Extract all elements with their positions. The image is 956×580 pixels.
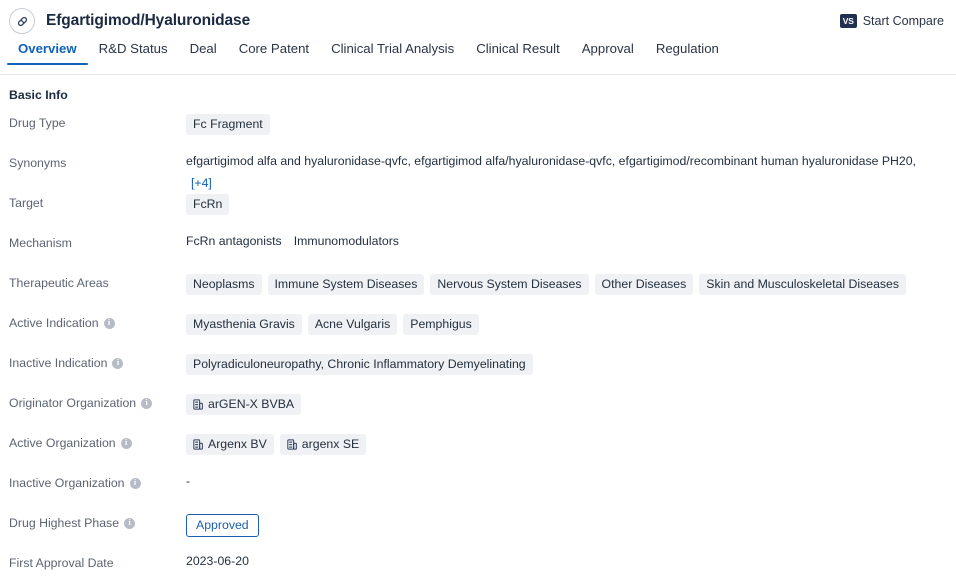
label-text: Originator Organization	[9, 396, 137, 410]
label-text: Therapeutic Areas	[9, 276, 109, 290]
row-label: Mechanism	[9, 234, 186, 250]
info-icon[interactable]: i	[124, 517, 136, 529]
row-label: First Approval Date	[9, 554, 186, 570]
chip-label: Argenx BV	[208, 437, 267, 451]
label-text: Synonyms	[9, 156, 67, 170]
row-label: Inactive Indication i	[9, 354, 186, 370]
page-header: Efgartigimod/Hyaluronidase VS Start Comp…	[0, 0, 956, 42]
section-title-basic-info: Basic Info	[9, 88, 68, 102]
row-therapeutic-areas: Therapeutic Areas Neoplasms Immune Syste…	[0, 274, 956, 314]
row-label: Therapeutic Areas	[9, 274, 186, 290]
tab-clinical-result[interactable]: Clinical Result	[465, 42, 571, 64]
chip-inactive-indication[interactable]: Polyradiculoneuropathy, Chronic Inflamma…	[186, 354, 533, 376]
row-value: Neoplasms Immune System Diseases Nervous…	[186, 274, 956, 296]
label-text: Active Indication	[9, 316, 99, 330]
label-text: Active Organization	[9, 436, 116, 450]
row-value: arGEN-X BVBA	[186, 394, 956, 416]
tab-overview[interactable]: Overview	[7, 42, 88, 66]
row-value: Myasthenia Gravis Acne Vulgaris Pemphigu…	[186, 314, 956, 336]
first-approval-date-value: 2023-06-20	[186, 554, 249, 568]
chip-therapeutic-area[interactable]: Neoplasms	[186, 274, 262, 296]
row-synonyms: Synonyms efgartigimod alfa and hyaluroni…	[0, 154, 956, 194]
row-value: Fc Fragment	[186, 114, 956, 136]
building-icon	[193, 438, 203, 450]
tab-bar: Overview R&D Status Deal Core Patent Cli…	[0, 42, 956, 75]
row-label: Active Indication i	[9, 314, 186, 330]
chip-therapeutic-area[interactable]: Other Diseases	[594, 274, 694, 296]
row-value: 2023-06-20	[186, 554, 956, 568]
row-label: Target	[9, 194, 186, 210]
info-icon[interactable]: i	[141, 397, 153, 409]
chip-target[interactable]: FcRn	[186, 194, 230, 216]
tab-approval[interactable]: Approval	[571, 42, 645, 64]
label-text: Inactive Organization	[9, 476, 125, 490]
chip-originator-organization[interactable]: arGEN-X BVBA	[186, 394, 302, 416]
chip-active-indication[interactable]: Myasthenia Gravis	[186, 314, 302, 336]
row-value: Polyradiculoneuropathy, Chronic Inflamma…	[186, 354, 956, 376]
synonyms-text: efgartigimod alfa and hyaluronidase-qvfc…	[186, 154, 917, 168]
basic-info-rows: Drug Type Fc Fragment Synonyms efgartigi…	[0, 114, 956, 580]
empty-value: -	[186, 474, 191, 488]
synonyms-more-link[interactable]: [+4]	[191, 176, 212, 190]
row-label: Originator Organization i	[9, 394, 186, 410]
start-compare-button[interactable]: VS Start Compare	[839, 14, 944, 28]
label-text: Drug Highest Phase	[9, 516, 120, 530]
tab-deal[interactable]: Deal	[179, 42, 228, 64]
row-originator-organization: Originator Organization i arGEN-X BVBA	[0, 394, 956, 434]
page-title: Efgartigimod/Hyaluronidase	[46, 12, 251, 29]
chip-label: arGEN-X BVBA	[208, 397, 295, 411]
row-inactive-organization: Inactive Organization i -	[0, 474, 956, 514]
row-drug-type: Drug Type Fc Fragment	[0, 114, 956, 154]
label-text: Inactive Indication	[9, 356, 108, 370]
chip-therapeutic-area[interactable]: Skin and Musculoskeletal Diseases	[699, 274, 907, 296]
start-compare-label: Start Compare	[862, 14, 944, 28]
chip-therapeutic-area[interactable]: Immune System Diseases	[267, 274, 425, 296]
vs-icon: VS	[839, 14, 857, 28]
chip-label: argenx SE	[301, 437, 360, 451]
chip-active-indication[interactable]: Pemphigus	[403, 314, 479, 336]
chip-active-indication[interactable]: Acne Vulgaris	[307, 314, 398, 336]
label-text: First Approval Date	[9, 556, 114, 570]
building-icon	[287, 438, 297, 450]
info-icon[interactable]: i	[120, 437, 132, 449]
label-text: Target	[9, 196, 44, 210]
row-value: Approved	[186, 514, 956, 538]
info-icon[interactable]: i	[112, 357, 124, 369]
tab-rd-status[interactable]: R&D Status	[88, 42, 179, 64]
row-inactive-indication: Inactive Indication i Polyradiculoneurop…	[0, 354, 956, 394]
row-mechanism: Mechanism FcRn antagonists Immunomodulat…	[0, 234, 956, 274]
info-icon[interactable]: i	[103, 317, 115, 329]
row-label: Active Organization i	[9, 434, 186, 450]
row-label: Synonyms	[9, 154, 186, 170]
mechanism-item[interactable]: FcRn antagonists	[186, 234, 282, 248]
row-value: Argenx BV argenx SE	[186, 434, 956, 456]
status-badge-approved[interactable]: Approved	[186, 514, 259, 538]
row-drug-highest-phase: Drug Highest Phase i Approved	[0, 514, 956, 554]
tab-regulation[interactable]: Regulation	[645, 42, 730, 64]
chip-active-organization[interactable]: Argenx BV	[186, 434, 274, 456]
tab-clinical-trial-analysis[interactable]: Clinical Trial Analysis	[320, 42, 465, 64]
row-label: Drug Type	[9, 114, 186, 130]
mechanism-item[interactable]: Immunomodulators	[294, 234, 399, 248]
chip-therapeutic-area[interactable]: Nervous System Diseases	[430, 274, 589, 296]
row-label: Drug Highest Phase i	[9, 514, 186, 530]
row-active-indication: Active Indication i Myasthenia Gravis Ac…	[0, 314, 956, 354]
row-active-organization: Active Organization i Argenx BV argenx S…	[0, 434, 956, 474]
building-icon	[193, 398, 203, 410]
overview-content: Basic Info Drug Type Fc Fragment Synonym…	[0, 75, 956, 580]
chip-active-organization[interactable]: argenx SE	[279, 434, 367, 456]
row-value: efgartigimod alfa and hyaluronidase-qvfc…	[186, 154, 956, 190]
row-value: FcRn antagonists Immunomodulators	[186, 234, 956, 248]
info-icon[interactable]: i	[129, 477, 141, 489]
chip-drug-type[interactable]: Fc Fragment	[186, 114, 270, 136]
row-value: -	[186, 474, 956, 488]
label-text: Drug Type	[9, 116, 66, 130]
capsule-pill-icon	[9, 8, 35, 34]
label-text: Mechanism	[9, 236, 72, 250]
row-label: Inactive Organization i	[9, 474, 186, 490]
row-first-approval-date: First Approval Date 2023-06-20	[0, 554, 956, 580]
row-target: Target FcRn	[0, 194, 956, 234]
row-value: FcRn	[186, 194, 956, 216]
tab-core-patent[interactable]: Core Patent	[228, 42, 320, 64]
